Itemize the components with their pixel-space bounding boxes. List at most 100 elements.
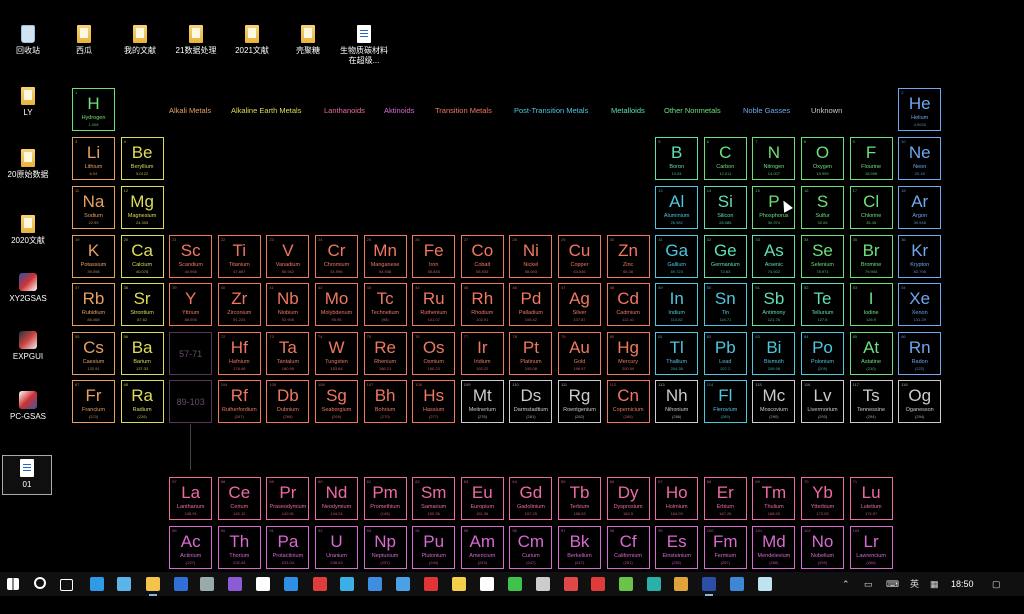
tray-grid-icon[interactable]: ▦ bbox=[930, 577, 939, 591]
network-icon[interactable] bbox=[647, 577, 661, 591]
element-tin[interactable]: 50 Sn Tin 118.71 bbox=[703, 283, 747, 326]
netease-music-icon[interactable] bbox=[424, 577, 438, 591]
element-europium[interactable]: 63 Eu Europium 151.96 bbox=[460, 477, 504, 520]
notepad-icon[interactable] bbox=[256, 577, 270, 591]
element-silicon[interactable]: 14 Si Silicon 28.085 bbox=[703, 186, 747, 229]
legend-item-alkaline[interactable]: Alkaline Earth Metals bbox=[231, 106, 301, 116]
element-polonium[interactable]: 84 Po Polonium (209) bbox=[801, 332, 844, 375]
element-chlorine[interactable]: 17 Cl Chlorine 35.45 bbox=[849, 186, 893, 229]
element-hydrogen[interactable]: 1 H Hydrogen 1.008 bbox=[72, 88, 115, 131]
element-gadolinium[interactable]: 64 Gd Gadolinium 157.25 bbox=[509, 477, 553, 520]
element-radon[interactable]: 86 Rn Radon (222) bbox=[898, 332, 942, 375]
desktop-icon-4[interactable]: XY2GSAS bbox=[4, 273, 52, 304]
element-boron[interactable]: 5 B Boron 10.81 bbox=[655, 137, 699, 180]
element-plutonium[interactable]: 94 Pu Plutonium (244) bbox=[412, 526, 456, 569]
element-strontium[interactable]: 38 Sr Strontium 87.62 bbox=[120, 283, 164, 326]
origin-icon[interactable] bbox=[396, 577, 410, 591]
legend-item-post[interactable]: Post-Transition Metals bbox=[514, 106, 588, 116]
element-ytterbium[interactable]: 70 Yb Ytterbium 173.05 bbox=[801, 477, 844, 520]
element-berkelium[interactable]: 97 Bk Berkelium (247) bbox=[558, 526, 601, 569]
element-manganese[interactable]: 25 Mn Manganese 54.938 bbox=[363, 235, 407, 278]
element-gold[interactable]: 79 Au Gold 196.97 bbox=[558, 332, 601, 375]
paint-icon[interactable] bbox=[228, 577, 242, 591]
qq-browser-icon[interactable] bbox=[284, 577, 298, 591]
element-hafnium[interactable]: 72 Hf Hafnium 178.49 bbox=[217, 332, 261, 375]
element-chromium[interactable]: 24 Cr Chromium 51.996 bbox=[315, 235, 358, 278]
diamond-icon[interactable] bbox=[758, 577, 772, 591]
element-magnesium[interactable]: 12 Mg Magnesium 24.305 bbox=[120, 186, 164, 229]
element-radium[interactable]: 88 Ra Radium (226) bbox=[120, 380, 164, 423]
element-rutherfordium[interactable]: 104 Rf Rutherfordium (267) bbox=[217, 380, 261, 423]
element-osmium[interactable]: 76 Os Osmium 190.23 bbox=[412, 332, 456, 375]
desktop-icon-2[interactable]: 20原始数据 bbox=[4, 149, 52, 180]
element-seaborgium[interactable]: 106 Sg Seaborgium (269) bbox=[315, 380, 358, 423]
element-dubnium[interactable]: 105 Db Dubnium (268) bbox=[266, 380, 310, 423]
element-niobium[interactable]: 41 Nb Niobium 92.906 bbox=[266, 283, 310, 326]
file-explorer-icon[interactable] bbox=[146, 577, 160, 596]
taskbar-clock[interactable]: 18:50 bbox=[951, 577, 974, 591]
element-titanium[interactable]: 22 Ti Titanium 47.867 bbox=[217, 235, 261, 278]
photoshop-icon[interactable] bbox=[702, 577, 716, 596]
desktop-icon-5[interactable]: EXPGUI bbox=[4, 331, 52, 362]
element-neptunium[interactable]: 93 Np Neptunium (237) bbox=[363, 526, 407, 569]
element-holmium[interactable]: 67 Ho Holmium 164.93 bbox=[655, 477, 699, 520]
element-erbium[interactable]: 68 Er Erbium 167.26 bbox=[703, 477, 747, 520]
desktop-icon-0[interactable]: 回收站 bbox=[4, 25, 52, 56]
desktop-icon-7[interactable]: 01 bbox=[2, 455, 52, 495]
element-germanium[interactable]: 32 Ge Germanium 72.63 bbox=[703, 235, 747, 278]
monitor-icon[interactable] bbox=[368, 577, 382, 591]
element-copernicium[interactable]: 112 Cn Copernicium (285) bbox=[606, 380, 650, 423]
element-darmstadtium[interactable]: 110 Ds Darmstadtium (281) bbox=[509, 380, 553, 423]
element-tungsten[interactable]: 74 W Tungsten 183.84 bbox=[315, 332, 358, 375]
element-iron[interactable]: 26 Fe Iron 55.845 bbox=[412, 235, 456, 278]
sticky-notes-icon[interactable] bbox=[452, 577, 466, 591]
legend-item-metalloid[interactable]: Metalloids bbox=[611, 106, 645, 116]
qq-icon[interactable] bbox=[480, 577, 494, 591]
element-molybdenum[interactable]: 42 Mo Molybdenum 95.95 bbox=[315, 283, 358, 326]
legend-item-unknown[interactable]: Unknown bbox=[811, 106, 842, 116]
element-rhenium[interactable]: 75 Re Rhenium 186.21 bbox=[363, 332, 407, 375]
element-mendelevium[interactable]: 101 Md Mendelevium (258) bbox=[752, 526, 796, 569]
wps-icon[interactable] bbox=[313, 577, 327, 591]
element-yttrium[interactable]: 39 Y Yttrium 88.906 bbox=[169, 283, 213, 326]
legend-item-lanthanide[interactable]: Lanthanoids bbox=[324, 106, 365, 116]
element-terbium[interactable]: 65 Tb Terbium 158.93 bbox=[558, 477, 601, 520]
legend-item-nonmetal[interactable]: Other Nonmetals bbox=[664, 106, 721, 116]
desktop-icon-12[interactable]: 壳聚糖 bbox=[284, 25, 332, 56]
outlook-icon[interactable] bbox=[564, 577, 578, 591]
desktop-icon-9[interactable]: 我的文献 bbox=[116, 25, 164, 56]
desktop-icon-1[interactable]: LY bbox=[4, 87, 52, 118]
element-indium[interactable]: 49 In Indium 114.82 bbox=[655, 283, 699, 326]
ime-indicator[interactable]: 英 bbox=[910, 577, 919, 591]
calculator-icon[interactable] bbox=[200, 577, 214, 591]
element-beryllium[interactable]: 4 Be Beryllium 9.0122 bbox=[120, 137, 164, 180]
element-tantalum[interactable]: 73 Ta Tantalum 180.95 bbox=[266, 332, 310, 375]
chrome-icon[interactable] bbox=[674, 577, 688, 591]
element-nitrogen[interactable]: 7 N Nitrogen 14.007 bbox=[752, 137, 796, 180]
element-scandium[interactable]: 21 Sc Scandium 44.956 bbox=[169, 235, 213, 278]
element-bromine[interactable]: 35 Br Bromine 79.904 bbox=[849, 235, 893, 278]
element-cerium[interactable]: 58 Ce Cerium 140.12 bbox=[217, 477, 261, 520]
element-carbon[interactable]: 6 C Carbon 12.011 bbox=[703, 137, 747, 180]
element-astatine[interactable]: 85 At Astatine (210) bbox=[849, 332, 893, 375]
element-arsenic[interactable]: 33 As Arsenic 74.922 bbox=[752, 235, 796, 278]
element-rubidium[interactable]: 37 Rb Rubidium 85.468 bbox=[72, 283, 115, 326]
element-nihonium[interactable]: 113 Nh Nihonium (286) bbox=[655, 380, 699, 423]
element-selenium[interactable]: 34 Se Selenium 78.971 bbox=[801, 235, 844, 278]
element-platinum[interactable]: 78 Pt Platinum 195.08 bbox=[509, 332, 553, 375]
legend-item-actinide[interactable]: Aktinoids bbox=[384, 106, 414, 116]
element-fermium[interactable]: 100 Fm Fermium (257) bbox=[703, 526, 747, 569]
element-tennessine[interactable]: 117 Ts Tennessine (294) bbox=[849, 380, 893, 423]
element-thallium[interactable]: 81 Tl Thallium 204.38 bbox=[655, 332, 699, 375]
element-antimony[interactable]: 51 Sb Antimony 121.76 bbox=[752, 283, 796, 326]
desktop-icon-3[interactable]: 2020文献 bbox=[4, 215, 52, 246]
element-gallium[interactable]: 31 Ga Gallium 69.723 bbox=[655, 235, 699, 278]
element-uranium[interactable]: 92 U Uranium 238.03 bbox=[315, 526, 358, 569]
element-praseodymium[interactable]: 59 Pr Praseodymium 140.91 bbox=[266, 477, 310, 520]
desktop-icon-11[interactable]: 2021文献 bbox=[228, 25, 276, 56]
printer-icon[interactable] bbox=[536, 577, 550, 591]
element-thorium[interactable]: 90 Th Thorium 232.04 bbox=[217, 526, 261, 569]
element-aluminium[interactable]: 13 Al Aluminium 26.982 bbox=[655, 186, 699, 229]
element-ruthenium[interactable]: 44 Ru Ruthenium 101.07 bbox=[412, 283, 456, 326]
search-icon[interactable] bbox=[34, 577, 46, 589]
